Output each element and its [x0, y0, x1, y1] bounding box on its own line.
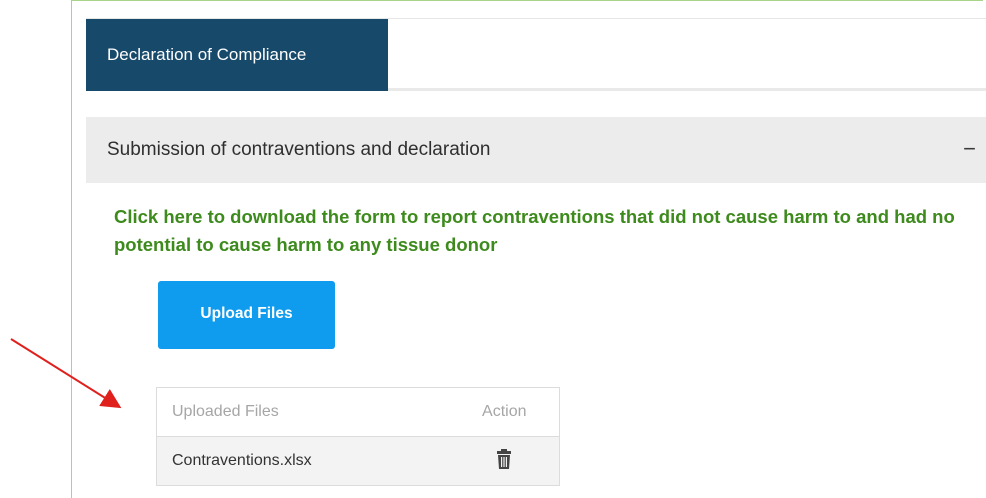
- tab-bar: Declaration of Compliance: [86, 18, 986, 91]
- upload-files-button[interactable]: Upload Files: [158, 281, 335, 349]
- file-name-cell: Contraventions.xlsx: [156, 436, 450, 486]
- uploaded-files-table: Uploaded Files Action Contraventions.xls…: [156, 387, 560, 486]
- tab-declaration-of-compliance[interactable]: Declaration of Compliance: [86, 19, 388, 91]
- trash-icon[interactable]: [496, 448, 512, 474]
- column-header-uploaded-files: Uploaded Files: [156, 387, 450, 437]
- column-header-action: Action: [449, 387, 560, 437]
- collapse-icon[interactable]: −: [963, 117, 976, 181]
- action-cell: [449, 436, 560, 486]
- table-row: Contraventions.xlsx: [156, 436, 560, 486]
- table-header-row: Uploaded Files Action: [156, 387, 560, 437]
- download-form-link[interactable]: Click here to download the form to repor…: [114, 203, 982, 259]
- accordion-header[interactable]: Submission of contraventions and declara…: [86, 117, 986, 183]
- accordion-title: Submission of contraventions and declara…: [107, 139, 491, 160]
